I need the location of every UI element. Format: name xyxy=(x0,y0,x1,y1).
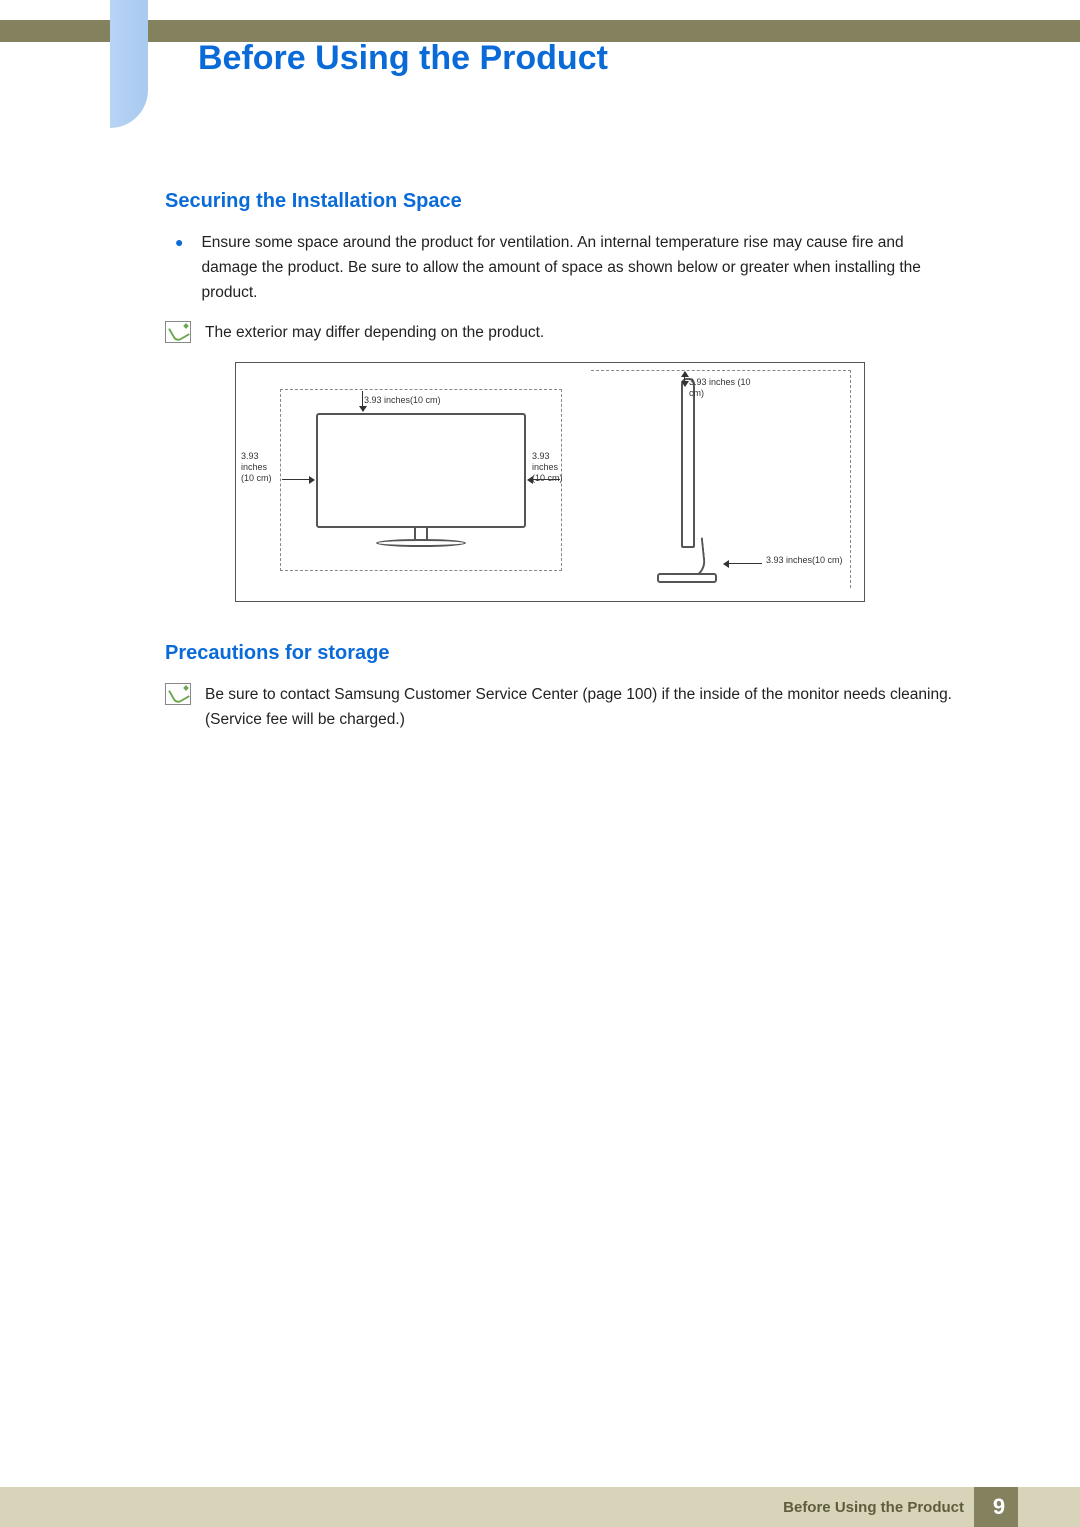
ventilation-diagram: 3.93 inches (10 cm) 3.93 inches (10 cm) … xyxy=(235,362,960,602)
clearance-outline-side-top xyxy=(591,370,851,371)
note-icon xyxy=(165,683,191,705)
dimension-label-top-front: 3.93 inches(10 cm) xyxy=(364,395,474,406)
section-heading-storage: Precautions for storage xyxy=(165,642,960,665)
dimension-label-left: 3.93 inches (10 cm) xyxy=(241,451,279,483)
chapter-title: Before Using the Product xyxy=(198,39,608,78)
page-number-box: 9 xyxy=(980,1487,1018,1527)
note-item: The exterior may differ depending on the… xyxy=(165,321,960,346)
note-item: Be sure to contact Samsung Customer Serv… xyxy=(165,683,960,733)
monitor-front-view xyxy=(316,413,526,553)
dimension-label-bottom-side: 3.93 inches(10 cm) xyxy=(766,555,861,566)
bullet-item: ● Ensure some space around the product f… xyxy=(165,231,960,305)
dimension-arrow xyxy=(684,372,685,386)
note-text: Be sure to contact Samsung Customer Serv… xyxy=(205,683,960,733)
bullet-text: Ensure some space around the product for… xyxy=(201,231,960,305)
dimension-arrow xyxy=(282,479,314,480)
dimension-arrow xyxy=(362,391,363,411)
diagram-frame: 3.93 inches (10 cm) 3.93 inches (10 cm) … xyxy=(235,362,865,602)
dimension-arrow xyxy=(724,563,762,564)
section-heading-installation: Securing the Installation Space xyxy=(165,190,960,213)
note-text: The exterior may differ depending on the… xyxy=(205,321,544,346)
page-number: 9 xyxy=(993,1494,1005,1520)
note-icon xyxy=(165,321,191,343)
dimension-label-top-side: 3.93 inches (10 cm) xyxy=(689,377,759,399)
page-content: Securing the Installation Space ● Ensure… xyxy=(165,190,960,749)
footer-chapter-label: Before Using the Product xyxy=(783,1487,964,1527)
bullet-icon: ● xyxy=(175,231,183,305)
page-footer: Before Using the Product 9 xyxy=(0,1487,1080,1527)
dimension-label-right-front: 3.93 inches (10 cm) xyxy=(532,451,570,483)
monitor-side-view xyxy=(651,378,721,583)
chapter-tab-decoration xyxy=(110,0,148,128)
